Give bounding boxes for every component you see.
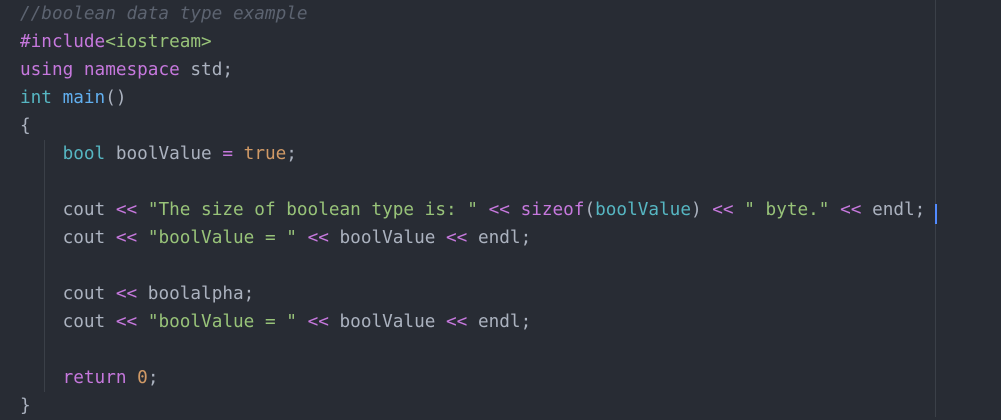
code-token-param: boolValue [595, 200, 691, 220]
code-token-op: << [307, 228, 329, 248]
code-token-plain: cout [20, 228, 116, 248]
code-token-plain: ; [286, 144, 297, 164]
code-token-preproc: #include [20, 32, 106, 52]
code-line-12[interactable]: cout << "boolValue = " << boolValue << e… [20, 308, 532, 336]
code-line-8[interactable]: cout << "The size of boolean type is: " … [20, 196, 926, 224]
code-token-header: <iostream> [105, 32, 212, 52]
code-token-keyword: sizeof [520, 200, 585, 220]
code-token-op: << [446, 312, 468, 332]
code-token-plain: cout [20, 284, 116, 304]
code-token-op: = [222, 144, 234, 164]
code-token-plain: endl; [467, 228, 532, 248]
code-token-op: << [115, 200, 138, 220]
code-token-type: int [20, 88, 52, 108]
code-token-plain: ; [147, 368, 159, 388]
code-token-op: << [307, 312, 329, 332]
code-line-4[interactable]: int main() [20, 84, 127, 112]
code-token-keyword: return [62, 368, 127, 388]
code-line-2[interactable]: #include<iostream> [20, 28, 212, 56]
code-token-op: << [115, 312, 138, 332]
code-token-type: bool [62, 144, 106, 164]
code-token-op: << [712, 200, 734, 220]
code-token-plain: cout [20, 200, 116, 220]
code-line-3[interactable]: using namespace std; [20, 56, 233, 84]
code-line-1[interactable]: //boolean data type example [20, 0, 308, 28]
code-token-plain: () [105, 88, 127, 108]
code-token-string: "boolValue = " [147, 228, 297, 248]
code-editor[interactable]: //boolean data type example #include<ios… [0, 0, 1001, 417]
code-line-14[interactable]: return 0; [20, 364, 159, 392]
code-token-literal: true [243, 144, 287, 164]
code-line-15[interactable]: } [20, 392, 31, 420]
code-token-literal: 0 [137, 368, 148, 388]
code-token-plain: boolValue [105, 144, 223, 164]
code-line-9[interactable]: cout << "boolValue = " << boolValue << e… [20, 224, 532, 252]
code-token-op: << [115, 284, 138, 304]
indent-guide [44, 140, 45, 392]
code-token-plain: endl; [861, 200, 926, 220]
code-token-string: " byte." [744, 200, 830, 220]
code-token-plain: } [20, 396, 31, 416]
code-token-plain: cout [20, 312, 116, 332]
code-line-11[interactable]: cout << boolalpha; [20, 280, 255, 308]
code-token-op: << [840, 200, 862, 220]
code-token-plain: { [20, 116, 31, 136]
code-token-plain: boolValue [328, 312, 447, 332]
text-cursor [935, 204, 937, 224]
code-token-plain: boolalpha; [137, 284, 255, 304]
code-token-comment: //boolean data type example [20, 4, 308, 24]
code-token-plain: ) [690, 200, 713, 220]
code-token-op: << [446, 228, 468, 248]
code-token-plain: endl; [467, 312, 532, 332]
code-line-5[interactable]: { [20, 112, 31, 140]
code-token-keyword: namespace [83, 60, 180, 80]
code-token-keyword: using [20, 60, 74, 80]
code-token-op: << [115, 228, 138, 248]
code-token-string: "boolValue = " [147, 312, 297, 332]
code-token-plain: ( [584, 200, 596, 220]
code-token-op: << [488, 200, 510, 220]
code-token-plain: boolValue [328, 228, 447, 248]
code-token-plain: std; [179, 60, 233, 80]
code-token-string: "The size of boolean type is: " [147, 200, 478, 220]
code-token-func: main [62, 88, 106, 108]
code-line-6[interactable]: bool boolValue = true; [20, 140, 297, 168]
